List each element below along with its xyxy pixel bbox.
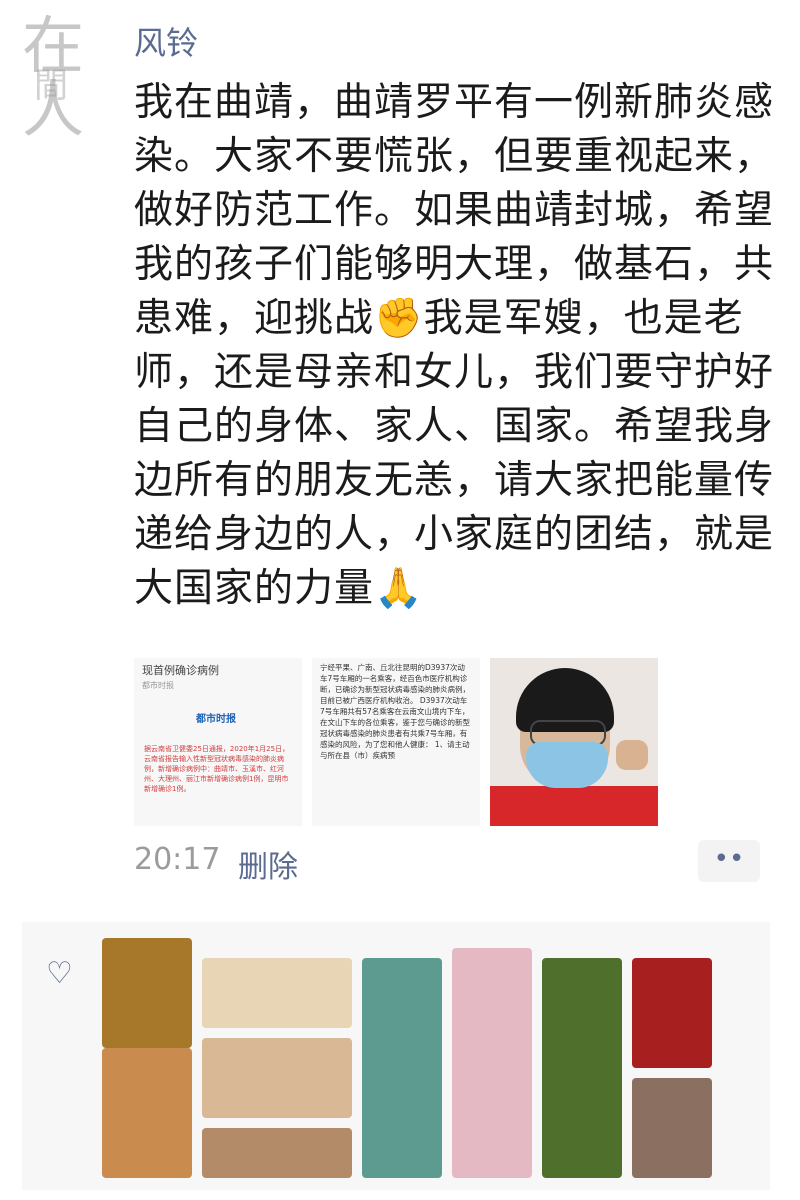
mosaic-block bbox=[202, 958, 352, 1028]
news-body: 据云南省卫健委25日通报，2020年1月25日，云南省报告输入性新型冠状病毒感染… bbox=[144, 745, 290, 793]
avatar-watermark: 在人 間 bbox=[0, 0, 120, 142]
mosaic-block bbox=[542, 958, 622, 1178]
post-text: 我在曲靖，曲靖罗平有一例新肺炎感染。大家不要慌张，但要重视起来，做好防范工作。如… bbox=[134, 76, 784, 616]
mosaic-block bbox=[202, 1038, 352, 1118]
news-body-2: 宁经平果、广南、丘北往昆明的D3937次动车7号车厢的一名乘客，经百色市医疗机构… bbox=[320, 663, 470, 760]
liker-avatars-obscured bbox=[102, 938, 742, 1182]
news-source: 都市时报 bbox=[142, 681, 174, 690]
post-text-part2: 我是军嫂，也是老师，还是母亲和女儿，我们要守护好自己的身体、家人、国家。希望我身… bbox=[134, 296, 775, 611]
mosaic-block bbox=[102, 938, 192, 1048]
likes-panel: ♡ bbox=[22, 922, 770, 1190]
image-news-2[interactable]: 宁经平果、广南、丘北往昆明的D3937次动车7号车厢的一名乘客，经百色市医疗机构… bbox=[312, 658, 480, 826]
mosaic-block bbox=[202, 1128, 352, 1178]
watermark-small: 間 bbox=[34, 66, 68, 106]
news-logo: 都市时报 bbox=[196, 714, 236, 725]
news-title: 现首例确诊病例 bbox=[142, 664, 219, 677]
fist-icon: ✊ bbox=[374, 296, 424, 341]
delete-button[interactable]: 删除 bbox=[238, 842, 298, 886]
selfie-shirt bbox=[490, 786, 658, 826]
pray-icon: 🙏 bbox=[374, 566, 424, 611]
mosaic-block bbox=[632, 958, 712, 1068]
mosaic-block bbox=[362, 958, 442, 1178]
selfie-mask bbox=[526, 742, 608, 788]
post-time: 20:17 bbox=[134, 842, 221, 877]
mosaic-block bbox=[452, 948, 532, 1178]
heart-icon: ♡ bbox=[46, 956, 73, 991]
mosaic-block bbox=[102, 1048, 192, 1178]
more-button[interactable]: •• bbox=[698, 840, 760, 882]
post-username[interactable]: 风铃 bbox=[134, 18, 198, 64]
post-images: 现首例确诊病例 都市时报 都市时报 据云南省卫健委25日通报，2020年1月25… bbox=[134, 658, 660, 826]
image-selfie[interactable] bbox=[490, 658, 658, 826]
image-news-1[interactable]: 现首例确诊病例 都市时报 都市时报 据云南省卫健委25日通报，2020年1月25… bbox=[134, 658, 302, 826]
mosaic-block bbox=[632, 1078, 712, 1178]
selfie-fist bbox=[616, 740, 648, 770]
